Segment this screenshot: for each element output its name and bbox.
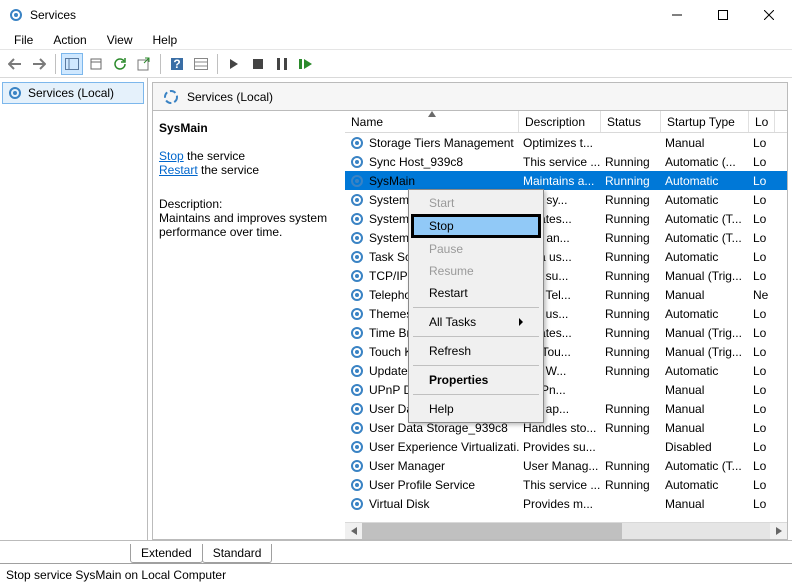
menubar: File Action View Help	[0, 30, 792, 50]
description-text: Maintains and improves system performanc…	[159, 211, 339, 239]
col-name[interactable]: Name	[345, 111, 519, 132]
properties-toolbar-button[interactable]	[85, 53, 107, 75]
ctx-all-tasks[interactable]: All Tasks	[411, 311, 541, 333]
toolbar: ?	[0, 50, 792, 78]
ctx-restart[interactable]: Restart	[411, 282, 541, 304]
col-description[interactable]: Description	[519, 111, 601, 132]
panel-header: Services (Local)	[152, 82, 788, 110]
view-tabs: Extended Standard	[0, 541, 792, 563]
tree-root-services-local[interactable]: Services (Local)	[2, 82, 144, 104]
stop-service-link[interactable]: Stop	[159, 149, 184, 163]
window-title: Services	[30, 8, 76, 22]
ctx-refresh[interactable]: Refresh	[411, 340, 541, 362]
sort-asc-icon	[428, 111, 436, 117]
scroll-right-button[interactable]	[770, 523, 787, 540]
table-row[interactable]: Virtual DiskProvides m...ManualLo	[345, 494, 787, 513]
col-startup-type[interactable]: Startup Type	[661, 111, 749, 132]
description-heading: Description:	[159, 197, 339, 211]
table-row[interactable]: User ManagerUser Manag...RunningAutomati…	[345, 456, 787, 475]
forward-button[interactable]	[28, 53, 50, 75]
export-button[interactable]	[133, 53, 155, 75]
statusbar: Stop service SysMain on Local Computer	[0, 563, 792, 585]
horizontal-scrollbar[interactable]	[345, 522, 787, 539]
details-column: SysMain Stop the service Restart the ser…	[153, 111, 345, 539]
restart-service-button[interactable]	[295, 53, 317, 75]
busy-icon	[163, 89, 179, 105]
table-row[interactable]: User Profile ServiceThis service ...Runn…	[345, 475, 787, 494]
table-row[interactable]: Sync Host_939c8This service ...RunningAu…	[345, 152, 787, 171]
menu-file[interactable]: File	[4, 31, 43, 49]
close-button[interactable]	[746, 0, 792, 30]
stop-service-button[interactable]	[247, 53, 269, 75]
table-header: Name Description Status Startup Type Lo	[345, 111, 787, 133]
col-status[interactable]: Status	[601, 111, 661, 132]
menu-view[interactable]: View	[97, 31, 143, 49]
ctx-stop[interactable]: Stop	[411, 214, 541, 238]
tree-root-label: Services (Local)	[28, 86, 114, 100]
start-service-button[interactable]	[223, 53, 245, 75]
minimize-button[interactable]	[654, 0, 700, 30]
restart-service-link[interactable]: Restart	[159, 163, 198, 177]
col-logon[interactable]: Lo	[749, 111, 775, 132]
restart-link-suffix: the service	[198, 163, 259, 177]
ctx-properties[interactable]: Properties	[411, 369, 541, 391]
ctx-help[interactable]: Help	[411, 398, 541, 420]
context-menu: Start Stop Pause Resume Restart All Task…	[408, 189, 544, 423]
stop-link-suffix: the service	[184, 149, 245, 163]
pause-service-button[interactable]	[271, 53, 293, 75]
ctx-start: Start	[411, 192, 541, 214]
ctx-pause: Pause	[411, 238, 541, 260]
list-view-button[interactable]	[190, 53, 212, 75]
nav-tree: Services (Local)	[0, 78, 148, 540]
back-button[interactable]	[4, 53, 26, 75]
tab-extended[interactable]: Extended	[130, 544, 203, 563]
table-row[interactable]: User Experience Virtualizati...Provides …	[345, 437, 787, 456]
panel-header-title: Services (Local)	[187, 90, 273, 104]
scrollbar-thumb[interactable]	[362, 523, 622, 540]
table-row[interactable]: Storage Tiers ManagementOptimizes t...Ma…	[345, 133, 787, 152]
scroll-left-button[interactable]	[345, 523, 362, 540]
main-area: Services (Local) Services (Local) SysMai…	[0, 78, 792, 541]
titlebar: Services	[0, 0, 792, 30]
services-icon	[8, 7, 24, 23]
show-tree-button[interactable]	[61, 53, 83, 75]
ctx-resume: Resume	[411, 260, 541, 282]
help-toolbar-button[interactable]: ?	[166, 53, 188, 75]
maximize-button[interactable]	[700, 0, 746, 30]
menu-help[interactable]: Help	[143, 31, 188, 49]
svg-text:?: ?	[173, 57, 180, 71]
menu-action[interactable]: Action	[43, 31, 96, 49]
statusbar-text: Stop service SysMain on Local Computer	[6, 568, 226, 582]
table-row[interactable]: SysMainMaintains a...RunningAutomaticLo	[345, 171, 787, 190]
selected-service-name: SysMain	[159, 121, 339, 135]
refresh-button[interactable]	[109, 53, 131, 75]
tab-standard[interactable]: Standard	[202, 544, 273, 563]
